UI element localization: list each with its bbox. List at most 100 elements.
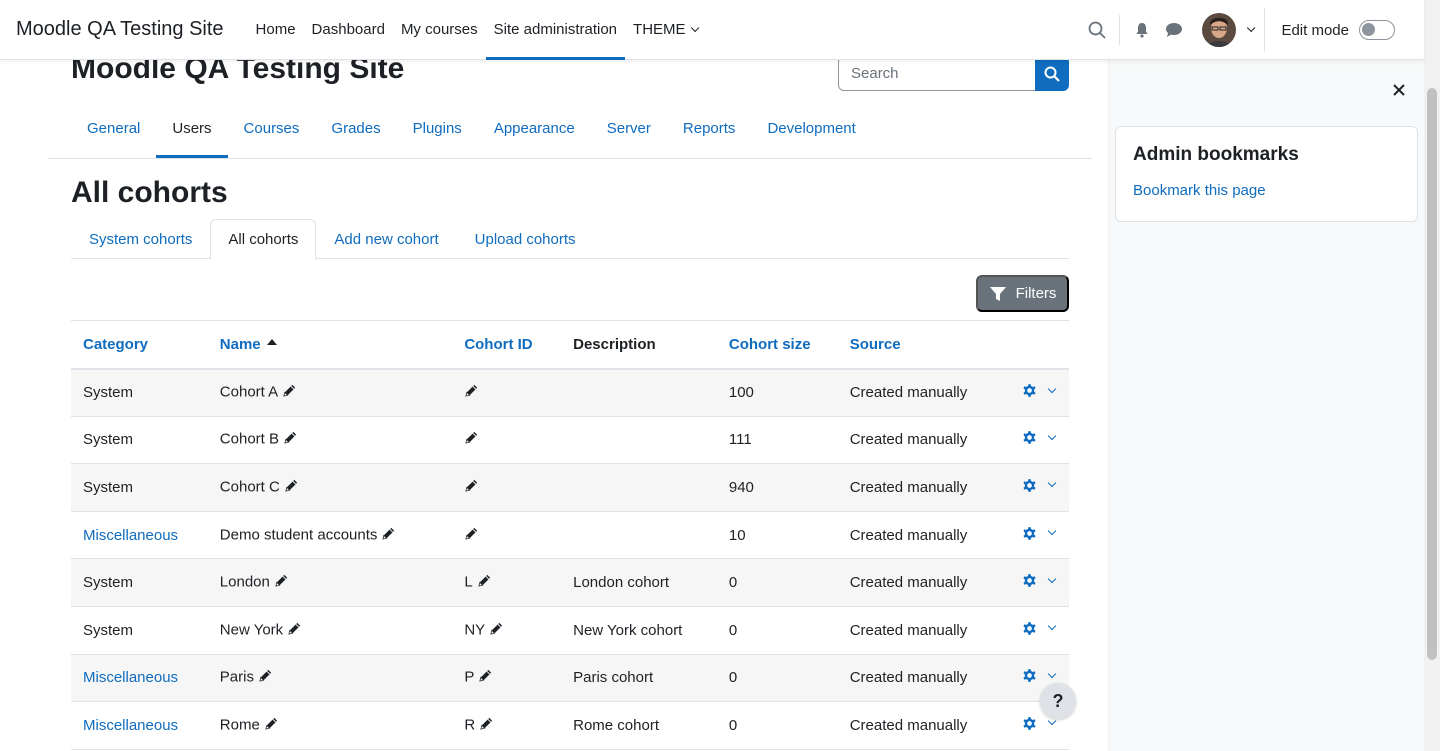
- category-link[interactable]: Miscellaneous: [83, 717, 178, 734]
- edit-name-pencil-icon[interactable]: [264, 716, 279, 735]
- edit-idnumber-pencil-icon[interactable]: [464, 478, 479, 497]
- tab-courses[interactable]: Courses: [228, 98, 316, 158]
- col-cohort-id[interactable]: Cohort ID: [452, 321, 561, 369]
- search-submit-button[interactable]: [1035, 56, 1069, 91]
- edit-name-pencil-icon[interactable]: [381, 526, 396, 545]
- category-link[interactable]: Miscellaneous: [83, 669, 178, 686]
- table-row: Miscellaneous Demo student accounts 10 C…: [71, 511, 1069, 559]
- edit-idnumber-pencil-icon[interactable]: [464, 430, 479, 449]
- edit-name-pencil-icon[interactable]: [283, 430, 298, 449]
- cohort-name: Paris: [219, 668, 254, 686]
- nav-my-courses[interactable]: My courses: [393, 0, 486, 60]
- admin-search: [838, 56, 1069, 91]
- edit-name-pencil-icon[interactable]: [287, 621, 302, 640]
- bookmark-this-page-link[interactable]: Bookmark this page: [1133, 182, 1266, 199]
- cell-actions: [979, 511, 1069, 559]
- user-menu-chevron-icon[interactable]: [1247, 23, 1256, 33]
- cell-name: New York: [208, 606, 453, 654]
- cell-source: Created manually: [849, 431, 968, 449]
- edit-idnumber-pencil-icon[interactable]: [478, 668, 493, 687]
- actions-menu-button[interactable]: [1021, 429, 1057, 446]
- tab-all-cohorts[interactable]: All cohorts: [210, 219, 317, 260]
- tab-appearance[interactable]: Appearance: [478, 98, 591, 158]
- top-navbar: Moodle QA Testing Site Home Dashboard My…: [0, 0, 1424, 60]
- admin-search-input[interactable]: [838, 56, 1035, 91]
- edit-idnumber-pencil-icon[interactable]: [477, 573, 492, 592]
- tab-development[interactable]: Development: [751, 98, 871, 158]
- cell-source: Created manually: [849, 526, 968, 544]
- nav-dashboard[interactable]: Dashboard: [304, 0, 393, 60]
- tab-general[interactable]: General: [71, 98, 156, 158]
- edit-idnumber-pencil-icon[interactable]: [479, 716, 494, 735]
- cell-cohort-id: [452, 369, 561, 417]
- cell-cohort-size: 940: [728, 478, 754, 496]
- category-link[interactable]: Miscellaneous: [83, 527, 178, 544]
- cell-cohort-size: 111: [728, 431, 752, 449]
- edit-mode-toggle[interactable]: [1359, 20, 1395, 40]
- cell-name: London: [208, 559, 453, 607]
- col-name[interactable]: Name: [208, 321, 453, 369]
- cell-source: Created manually: [849, 716, 968, 734]
- actions-menu-button[interactable]: [1021, 620, 1057, 637]
- close-icon[interactable]: [1391, 82, 1407, 98]
- tab-plugins[interactable]: Plugins: [397, 98, 478, 158]
- edit-name-pencil-icon[interactable]: [274, 573, 289, 592]
- tab-system-cohorts[interactable]: System cohorts: [71, 219, 210, 259]
- cell-category: System: [71, 559, 208, 607]
- chat-icon[interactable]: [1158, 14, 1190, 46]
- actions-menu-button[interactable]: [1021, 572, 1057, 589]
- cell-source: Created manually: [849, 669, 968, 687]
- edit-mode-control: Edit mode: [1281, 20, 1395, 40]
- admin-bookmarks-block: Admin bookmarks Bookmark this page: [1115, 126, 1418, 222]
- user-avatar[interactable]: [1202, 13, 1237, 47]
- edit-name-pencil-icon[interactable]: [282, 383, 297, 402]
- edit-idnumber-pencil-icon[interactable]: [464, 383, 479, 402]
- col-cohort-size[interactable]: Cohort size: [717, 321, 838, 369]
- tab-server[interactable]: Server: [591, 98, 667, 158]
- cohort-id: R: [464, 716, 476, 734]
- edit-name-pencil-icon[interactable]: [258, 668, 273, 687]
- cell-description: London cohort: [573, 574, 670, 592]
- edit-idnumber-pencil-icon[interactable]: [489, 621, 504, 640]
- chevron-down-icon: [1047, 431, 1057, 441]
- tab-reports[interactable]: Reports: [667, 98, 752, 158]
- chevron-down-icon: [1047, 669, 1057, 679]
- actions-menu-button[interactable]: [1021, 525, 1057, 542]
- edit-idnumber-pencil-icon[interactable]: [464, 526, 479, 545]
- cell-category: System: [71, 416, 208, 464]
- actions-menu-button[interactable]: [1021, 382, 1057, 399]
- nav-home[interactable]: Home: [248, 0, 304, 60]
- cell-cohort-id: [452, 416, 561, 464]
- site-brand[interactable]: Moodle QA Testing Site: [0, 18, 224, 41]
- scrollbar-thumb[interactable]: [1427, 88, 1437, 660]
- filters-button[interactable]: Filters: [976, 275, 1069, 312]
- tab-upload-cohorts[interactable]: Upload cohorts: [457, 219, 594, 259]
- actions-menu-button[interactable]: [1021, 477, 1057, 494]
- table-row: System Cohort C 940 Created manually: [71, 463, 1069, 512]
- actions-menu-button[interactable]: [1021, 667, 1057, 684]
- col-source[interactable]: Source: [838, 321, 980, 369]
- tab-grades[interactable]: Grades: [315, 98, 396, 158]
- cell-description: [561, 511, 717, 559]
- nav-theme-label: THEME: [633, 21, 686, 38]
- bell-icon[interactable]: [1126, 14, 1158, 46]
- edit-name-pencil-icon[interactable]: [284, 478, 299, 497]
- cell-cohort-id: [452, 464, 561, 512]
- tab-add-new-cohort[interactable]: Add new cohort: [316, 219, 456, 259]
- col-category[interactable]: Category: [71, 321, 208, 369]
- nav-site-administration[interactable]: Site administration: [485, 0, 626, 60]
- chevron-down-icon: [1047, 479, 1057, 488]
- gear-icon: [1021, 715, 1038, 732]
- tab-users[interactable]: Users: [156, 98, 228, 158]
- cell-name: Cohort A: [208, 369, 453, 417]
- cell-name: Rome: [208, 702, 453, 750]
- help-button[interactable]: ?: [1040, 683, 1076, 719]
- gear-icon: [1021, 477, 1038, 494]
- search-icon[interactable]: [1081, 14, 1113, 46]
- gear-icon: [1021, 572, 1038, 589]
- cohort-name: New York: [219, 621, 284, 639]
- cell-category: System: [71, 464, 208, 512]
- nav-theme-dropdown[interactable]: THEME: [625, 0, 704, 60]
- page-scrollbar[interactable]: [1424, 0, 1440, 751]
- table-row: Miscellaneous Rome R Rome cohort 0 Creat…: [71, 702, 1069, 750]
